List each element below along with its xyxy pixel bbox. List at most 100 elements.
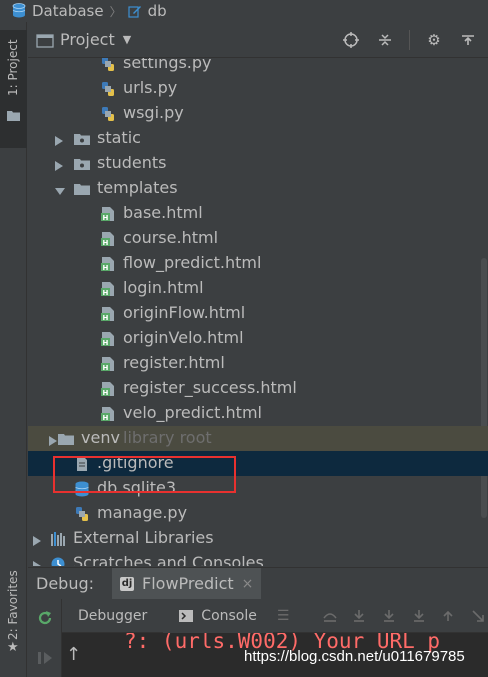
expand-right-arrow-icon[interactable] — [54, 157, 64, 171]
step-into-icon[interactable] — [349, 605, 370, 627]
scratches-icon — [50, 556, 66, 566]
python-file-icon — [100, 106, 116, 122]
tree-item-sublabel: library root — [123, 428, 212, 447]
hide-panel-icon[interactable] — [458, 30, 478, 50]
collapse-all-icon[interactable] — [375, 30, 395, 50]
tree-item[interactable]: urls.py — [28, 76, 488, 101]
close-icon[interactable]: × — [242, 576, 254, 592]
tree-item-label: wsgi.py — [123, 103, 184, 122]
svg-text:H: H — [103, 364, 109, 372]
tree-item-label: originFlow.html — [123, 303, 246, 322]
debug-session-name: FlowPredict — [142, 574, 234, 593]
html-file-icon: H — [100, 331, 116, 347]
project-tool-tab[interactable]: 1: Project — [0, 30, 27, 148]
tree-item-label: course.html — [123, 228, 219, 247]
tree-item[interactable]: HoriginFlow.html — [28, 301, 488, 326]
svg-text:H: H — [103, 289, 109, 297]
run-to-cursor-icon[interactable] — [467, 605, 488, 627]
locate-icon[interactable] — [341, 30, 361, 50]
svg-text:H: H — [103, 214, 109, 222]
debug-tool-window-bar: Debug: dj FlowPredict × — [28, 567, 488, 600]
tree-item[interactable]: Hcourse.html — [28, 226, 488, 251]
tree-item-label: urls.py — [123, 78, 178, 97]
breadcrumb-item-db[interactable]: db — [148, 2, 167, 20]
tree-item[interactable]: students — [28, 151, 488, 176]
svg-text:H: H — [103, 314, 109, 322]
tab-debugger[interactable]: Debugger — [62, 599, 163, 633]
tree-item-label: settings.py — [123, 58, 212, 72]
tree-item[interactable]: settings.py — [28, 58, 488, 76]
expand-right-arrow-icon[interactable] — [48, 432, 58, 446]
svg-text:H: H — [103, 264, 109, 272]
tree-item-label: base.html — [123, 203, 203, 222]
svg-text:H: H — [103, 389, 109, 397]
tree-item[interactable]: wsgi.py — [28, 101, 488, 126]
expand-down-arrow-icon[interactable] — [54, 182, 65, 195]
libraries-icon — [50, 531, 66, 547]
tree-item[interactable]: Hlogin.html — [28, 276, 488, 301]
tree-item[interactable]: Hvelo_predict.html — [28, 401, 488, 426]
tree-item[interactable]: Hregister_success.html — [28, 376, 488, 401]
step-out-icon[interactable] — [438, 605, 459, 627]
tree-item-label: originVelo.html — [123, 328, 244, 347]
html-file-icon: H — [100, 356, 116, 372]
svg-text:H: H — [103, 414, 109, 422]
resume-icon[interactable] — [37, 650, 53, 669]
toolbar-divider — [409, 30, 410, 50]
menu-icon[interactable]: ☰ — [273, 605, 294, 627]
tree-item[interactable]: External Libraries — [28, 526, 488, 551]
tree-item-label: register_success.html — [123, 378, 297, 397]
tree-item[interactable]: Hbase.html — [28, 201, 488, 226]
tree-item[interactable]: templates — [28, 176, 488, 201]
highlight-annotation — [53, 456, 236, 493]
project-view-selector[interactable]: Project ▼ — [36, 30, 131, 49]
tree-item[interactable]: Hflow_predict.html — [28, 251, 488, 276]
scroll-up-arrow-icon[interactable]: ↑ — [66, 644, 81, 665]
html-file-icon: H — [100, 206, 116, 222]
step-into-my-code-icon[interactable] — [379, 605, 400, 627]
step-over-icon[interactable] — [319, 605, 340, 627]
expand-right-arrow-icon[interactable] — [32, 557, 42, 566]
debug-side-toolbar — [28, 599, 62, 677]
tree-item[interactable]: Hregister.html — [28, 351, 488, 376]
force-step-into-icon[interactable] — [408, 605, 429, 627]
html-file-icon: H — [100, 306, 116, 322]
tree-item-label: templates — [97, 178, 178, 197]
rerun-icon[interactable] — [36, 609, 54, 631]
html-file-icon: H — [100, 231, 116, 247]
gear-icon[interactable]: ⚙ — [424, 30, 444, 50]
debugger-toolbar: Debugger Console ☰ — [62, 598, 488, 633]
edit-icon — [127, 4, 142, 18]
tree-item-label: static — [97, 128, 141, 147]
tree-item-label: manage.py — [97, 503, 188, 522]
tree-item-label: Scratches and Consoles — [73, 553, 264, 566]
tree-item[interactable]: Scratches and Consoles — [28, 551, 488, 566]
breadcrumb-item-database[interactable]: Database — [32, 2, 104, 20]
html-file-icon: H — [100, 256, 116, 272]
project-tool-tab-label: 1: Project — [6, 39, 20, 96]
chevron-down-icon: ▼ — [122, 33, 132, 46]
breadcrumb: Database 〉 db — [0, 0, 488, 22]
tree-item[interactable]: static — [28, 126, 488, 151]
svg-text:H: H — [103, 239, 109, 247]
chevron-right-icon: 〉 — [109, 4, 122, 19]
tree-item-label: velo_predict.html — [123, 403, 262, 422]
debug-label: Debug: — [36, 574, 95, 593]
project-panel-header: Project ▼ ⚙ — [28, 22, 488, 58]
python-file-icon — [100, 58, 116, 72]
debug-session-tab[interactable]: dj FlowPredict × — [112, 567, 262, 600]
favorites-tool-tab[interactable]: 2: Favorites — [6, 570, 20, 640]
tree-item[interactable]: manage.py — [28, 501, 488, 526]
expand-right-arrow-icon[interactable] — [32, 532, 42, 546]
tab-console[interactable]: Console — [163, 598, 273, 633]
tree-item-label: register.html — [123, 353, 225, 372]
package-folder-icon — [74, 156, 90, 172]
tree-item[interactable]: HoriginVelo.html — [28, 326, 488, 351]
expand-right-arrow-icon[interactable] — [54, 132, 64, 146]
tree-item-label: External Libraries — [73, 528, 214, 547]
tree-item[interactable]: venv library root — [28, 426, 488, 451]
python-file-icon — [100, 81, 116, 97]
tree-item-label: flow_predict.html — [123, 253, 262, 272]
svg-text:H: H — [103, 339, 109, 347]
watermark: https://blog.csdn.net/u011679785 — [244, 648, 465, 665]
